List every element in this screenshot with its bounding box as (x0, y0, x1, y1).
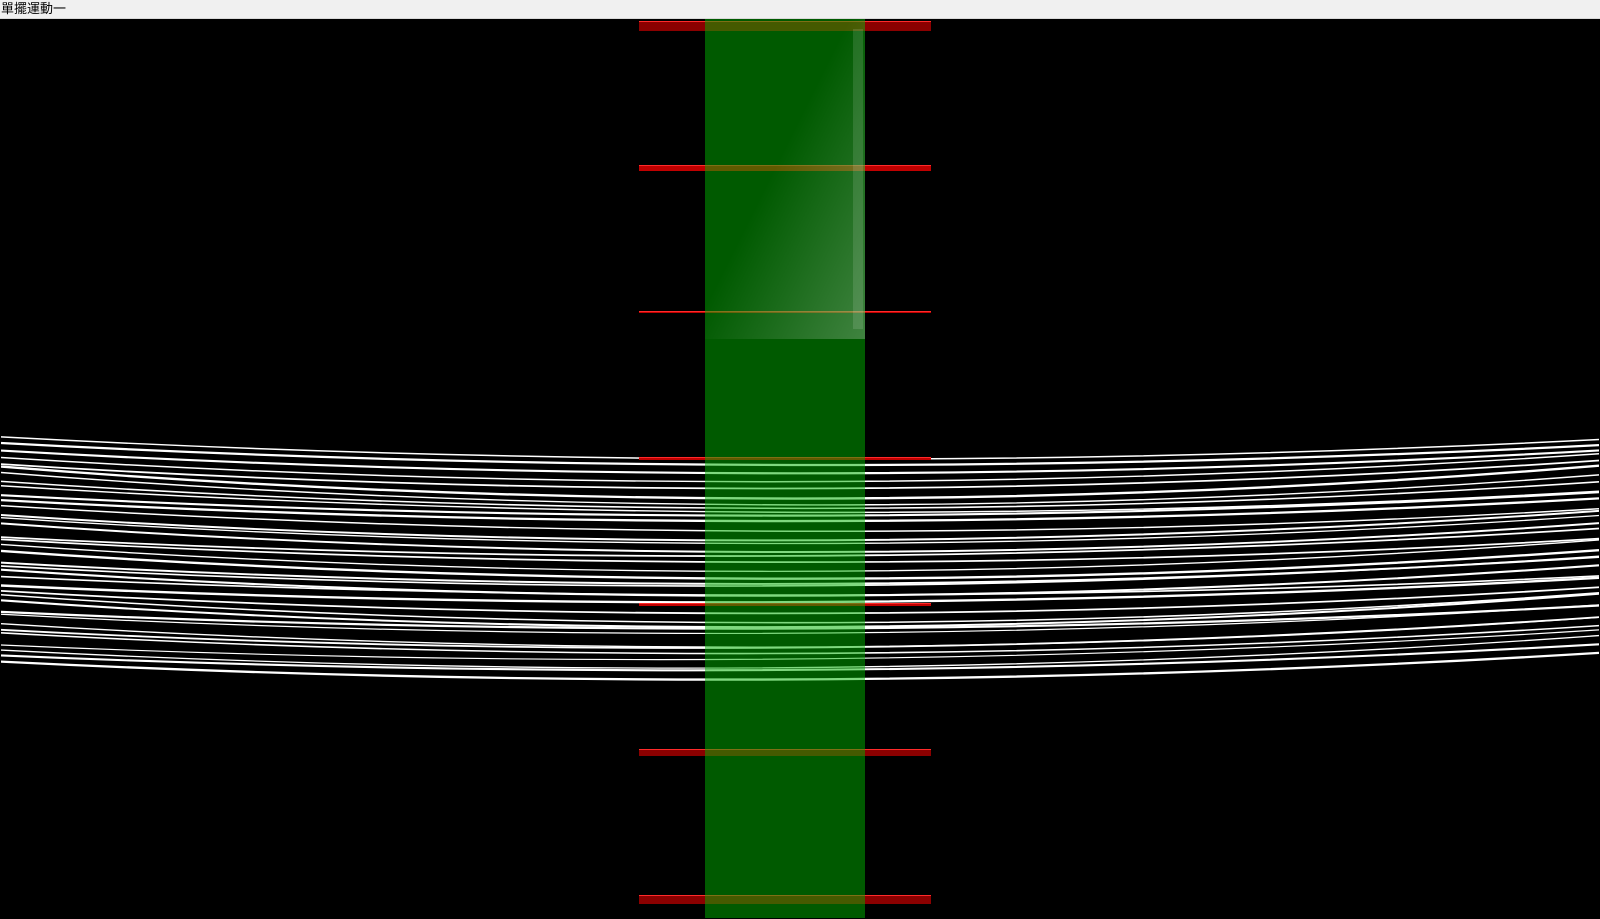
window-title: 單擺運動一 (1, 2, 67, 17)
green-band-layer (705, 19, 865, 918)
app-window: 單擺運動一 (0, 0, 1600, 919)
highlight-band-edge (853, 29, 863, 329)
highlight-band-sheen (705, 19, 865, 339)
simulation-canvas[interactable] (1, 19, 1599, 918)
title-bar[interactable]: 單擺運動一 (0, 0, 1600, 19)
simulation-svg (1, 19, 1599, 918)
